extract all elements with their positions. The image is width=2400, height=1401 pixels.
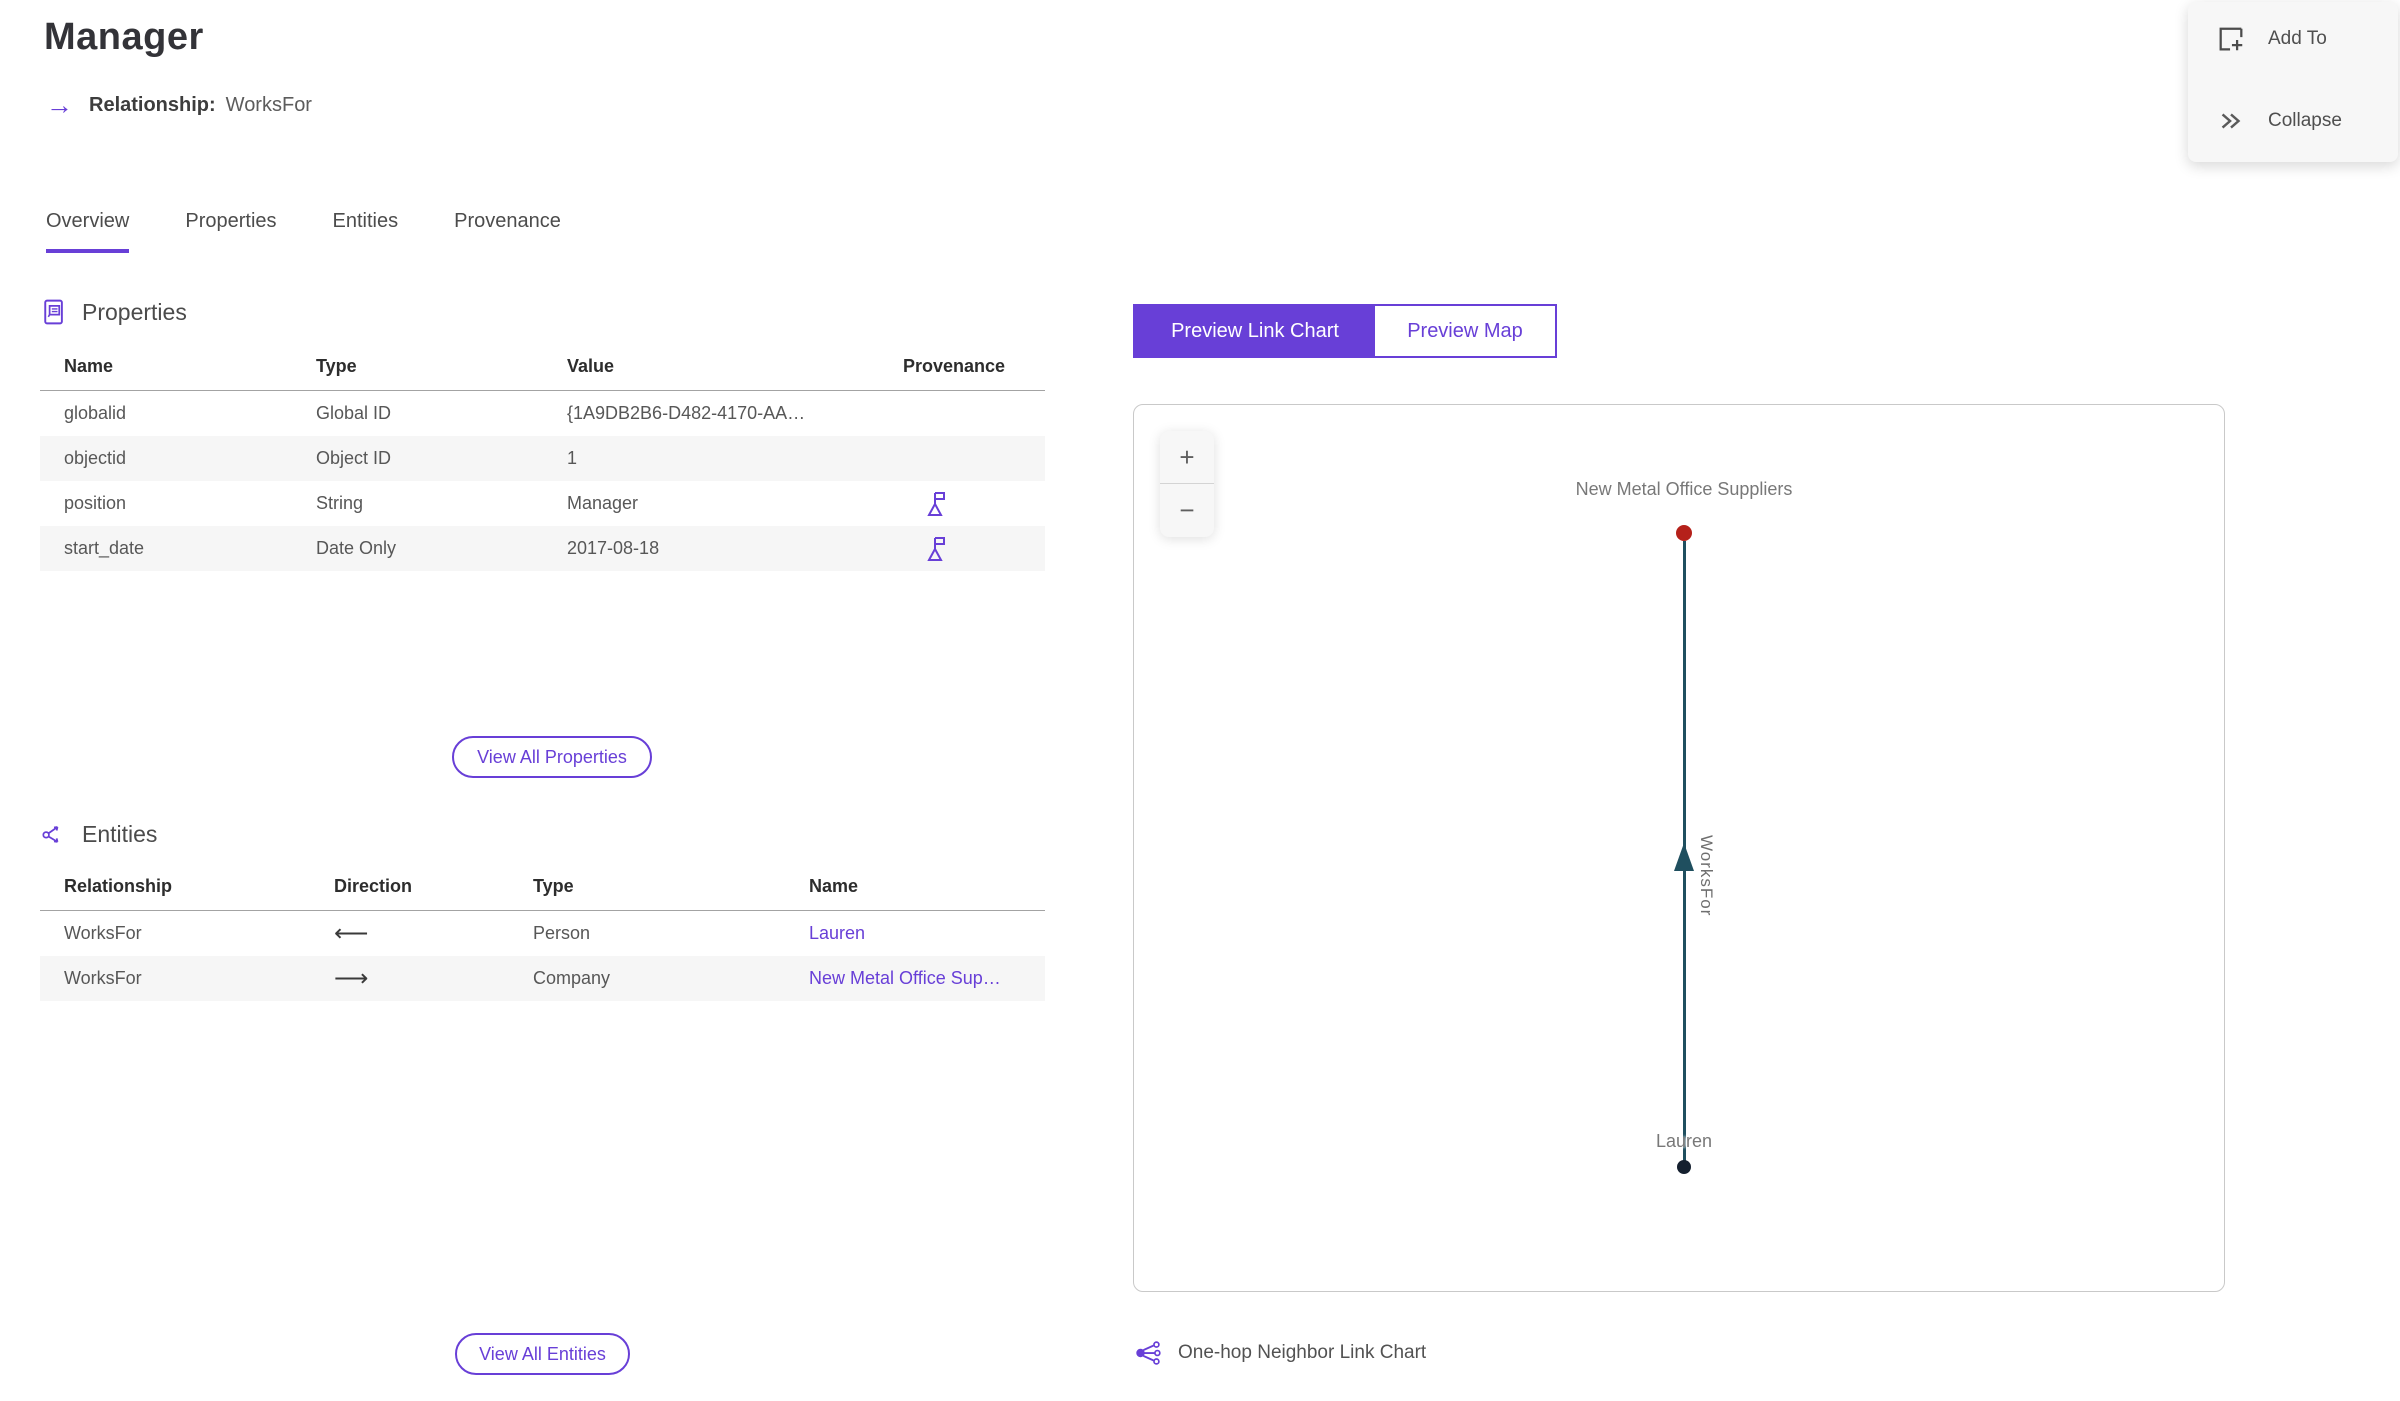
node-label-top: New Metal Office Suppliers (1575, 479, 1793, 499)
prop-type: Object ID (316, 448, 392, 468)
preview-link-chart-button[interactable]: Preview Link Chart (1135, 306, 1375, 356)
chevrons-right-icon (2221, 113, 2241, 129)
entity-direction-arrow: ⟵ (334, 920, 369, 947)
zoom-control: + − (1160, 431, 1214, 537)
prop-name: objectid (64, 448, 127, 468)
tab-overview[interactable]: Overview (46, 210, 130, 253)
prop-type: String (316, 493, 364, 513)
entity-name-link[interactable]: New Metal Office Sup… (809, 968, 1001, 988)
entity-direction-arrow: ⟶ (334, 965, 369, 992)
col-type: Type (316, 356, 357, 376)
relationship-label: Relationship: (89, 94, 216, 116)
entity-relationship: WorksFor (64, 968, 142, 988)
page: Manager → Relationship: WorksFor Add To … (0, 0, 2400, 1401)
zoom-out-button[interactable]: − (1160, 484, 1214, 536)
entities-icon (42, 826, 59, 843)
tab-bar: Overview Properties Entities Provenance (46, 210, 561, 253)
edge-arrow-up-icon (1674, 843, 1694, 871)
table-row: WorksFor ⟵ Person Lauren (40, 911, 1045, 956)
entities-table: Relationship Direction Type Name WorksFo… (40, 876, 1045, 1001)
table-row: position String Manager (40, 481, 1045, 526)
properties-table-header: Name Type Value Provenance (40, 356, 1045, 391)
view-all-properties-button[interactable]: View All Properties (452, 736, 652, 778)
properties-icon (44, 299, 63, 325)
edge-label: WorksFor (1697, 835, 1716, 917)
prop-provenance (879, 535, 1045, 563)
col-type: Type (533, 876, 574, 896)
link-chart-preview[interactable]: + − New Metal Office Suppliers WorksFor … (1133, 404, 2225, 1292)
one-hop-label: One-hop Neighbor Link Chart (1178, 1342, 1427, 1363)
page-title: Manager (44, 16, 204, 58)
node-label-bottom: Lauren (1655, 1131, 1713, 1151)
prop-name: position (64, 493, 127, 513)
view-all-entities-button[interactable]: View All Entities (455, 1333, 630, 1375)
add-to-label: Add To (2268, 28, 2327, 49)
prop-value: {1A9DB2B6-D482-4170-AA… (567, 403, 806, 423)
collapse-label: Collapse (2268, 110, 2342, 131)
tab-provenance[interactable]: Provenance (454, 210, 561, 253)
col-relationship: Relationship (64, 876, 173, 896)
properties-section-header: Properties (40, 298, 187, 326)
table-row: globalid Global ID {1A9DB2B6-D482-4170-A… (40, 391, 1045, 436)
col-name: Name (64, 356, 114, 376)
entity-type: Company (533, 968, 611, 988)
table-row: WorksFor ⟶ Company New Metal Office Sup… (40, 956, 1045, 1001)
tab-entities[interactable]: Entities (333, 210, 399, 253)
relationship-subtitle: → Relationship: WorksFor (46, 92, 312, 119)
relationship-arrow-icon: → (46, 90, 73, 120)
provenance-flag-icon[interactable] (925, 490, 949, 518)
prop-provenance (879, 490, 1045, 518)
relationship-value: WorksFor (225, 94, 312, 116)
node-company[interactable] (1676, 525, 1692, 541)
action-panel: Add To Collapse (2188, 2, 2398, 162)
prop-name: start_date (64, 538, 145, 558)
provenance-flag-icon[interactable] (925, 535, 949, 563)
properties-table: Name Type Value Provenance globalid Glob… (40, 356, 1045, 571)
table-row: start_date Date Only 2017-08-18 (40, 526, 1045, 571)
col-direction: Direction (334, 876, 413, 896)
add-to-button[interactable]: Add To (2188, 14, 2398, 64)
entity-type: Person (533, 923, 591, 943)
collapse-button[interactable]: Collapse (2188, 96, 2398, 146)
entity-name-link[interactable]: Lauren (809, 923, 865, 943)
preview-toggle: Preview Link Chart Preview Map (1133, 304, 1557, 358)
col-provenance: Provenance (903, 356, 1006, 376)
properties-section-title: Properties (82, 298, 187, 325)
add-to-icon (2219, 27, 2243, 51)
prop-value: Manager (567, 493, 639, 513)
link-chart-icon (1136, 1341, 1161, 1365)
entity-relationship: WorksFor (64, 923, 142, 943)
zoom-in-button[interactable]: + (1160, 431, 1214, 483)
entities-section-header: Entities (40, 820, 157, 848)
prop-value: 2017-08-18 (567, 538, 660, 558)
tab-properties[interactable]: Properties (185, 210, 276, 253)
prop-type: Global ID (316, 403, 392, 423)
col-value: Value (567, 356, 615, 376)
prop-type: Date Only (316, 538, 397, 558)
node-person[interactable] (1677, 1160, 1691, 1174)
table-row: objectid Object ID 1 (40, 436, 1045, 481)
entities-table-header: Relationship Direction Type Name (40, 876, 1045, 911)
preview-map-button[interactable]: Preview Map (1375, 306, 1555, 356)
col-name: Name (809, 876, 859, 896)
entities-section-title: Entities (82, 820, 158, 847)
one-hop-caption: One-hop Neighbor Link Chart (1133, 1338, 1426, 1368)
prop-value: 1 (567, 448, 578, 468)
prop-name: globalid (64, 403, 127, 423)
